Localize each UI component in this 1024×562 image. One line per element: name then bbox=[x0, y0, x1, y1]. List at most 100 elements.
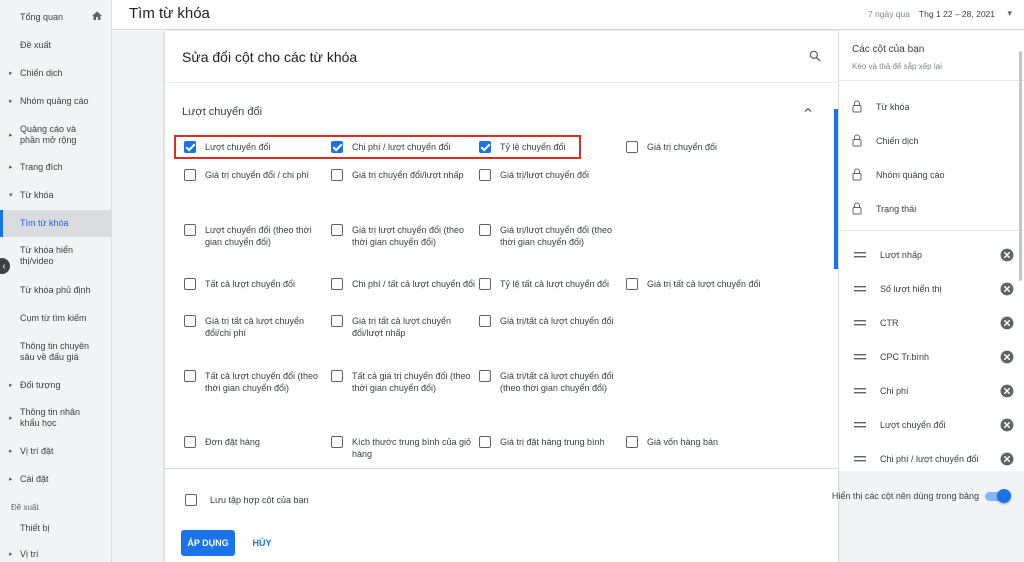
checkbox[interactable] bbox=[331, 169, 343, 181]
selected-column-item[interactable]: CPC Tr.bình bbox=[854, 350, 1014, 364]
checkbox[interactable] bbox=[479, 278, 491, 290]
nav-item-devices[interactable]: Thiết bị bbox=[0, 523, 100, 534]
column-option[interactable]: Lượt chuyển đổi (theo thời gian chuyển đ… bbox=[184, 224, 329, 248]
save-column-set-checkbox[interactable] bbox=[185, 494, 197, 506]
drag-handle-icon[interactable] bbox=[854, 421, 866, 429]
column-option[interactable]: Đơn đặt hàng bbox=[184, 436, 329, 448]
checkbox[interactable] bbox=[184, 224, 196, 236]
nav-item-audiences[interactable]: ▸ Đối tượng bbox=[0, 380, 100, 391]
scrollbar[interactable] bbox=[1019, 51, 1022, 281]
drag-handle-icon[interactable] bbox=[854, 387, 866, 395]
checkbox[interactable] bbox=[331, 370, 343, 382]
checkbox[interactable] bbox=[184, 278, 196, 290]
column-option-label: Giá trị tất cả lượt chuyển đổi/chi phí bbox=[205, 316, 304, 338]
nav-item-campaigns[interactable]: ▸ Chiến dịch bbox=[0, 68, 100, 79]
remove-column-icon[interactable] bbox=[1000, 384, 1014, 398]
apply-button[interactable]: ÁP DỤNG bbox=[181, 530, 235, 556]
selected-column-item[interactable]: Lượt chuyển đổi bbox=[854, 418, 1014, 432]
drag-handle-icon[interactable] bbox=[854, 353, 866, 361]
remove-column-icon[interactable] bbox=[1000, 452, 1014, 466]
checkbox[interactable] bbox=[184, 315, 196, 327]
column-option[interactable]: Giá trị tất cả lượt chuyển đổi/chi phí bbox=[184, 315, 329, 339]
selected-column-item[interactable]: Chi phí / lượt chuyển đổi bbox=[854, 452, 1014, 466]
checkbox[interactable] bbox=[331, 278, 343, 290]
column-option[interactable]: Tất cả giá trị chuyển đổi (theo thời gia… bbox=[331, 370, 476, 394]
drag-handle-icon[interactable] bbox=[854, 455, 866, 463]
nav-item-overview[interactable]: Tổng quan bbox=[0, 12, 100, 23]
remove-column-icon[interactable] bbox=[1000, 418, 1014, 432]
column-option[interactable]: Kích thước trung bình của giỏ hàng bbox=[331, 436, 476, 460]
recommended-columns-toggle[interactable] bbox=[985, 489, 1011, 503]
checkbox[interactable] bbox=[184, 169, 196, 181]
selected-column-item[interactable]: CTR bbox=[854, 316, 1014, 330]
checkbox[interactable] bbox=[184, 436, 196, 448]
chevron-down-icon[interactable]: ▾ bbox=[1007, 8, 1012, 19]
nav-item-negative-keywords[interactable]: Từ khóa phủ định bbox=[0, 285, 100, 296]
column-option[interactable]: Giá trị lượt chuyển đổi (theo thời gian … bbox=[331, 224, 476, 248]
column-option[interactable]: Giá trị chuyển đổi/lượt nhấp bbox=[331, 169, 476, 181]
nav-item-label: Tìm từ khóa bbox=[20, 218, 69, 228]
remove-column-icon[interactable] bbox=[1000, 282, 1014, 296]
nav-item-ad-groups[interactable]: ▸ Nhóm quảng cáo bbox=[0, 96, 100, 107]
column-option[interactable]: Tất cả lượt chuyển đổi bbox=[184, 278, 329, 290]
column-option[interactable]: Chi phí / tất cả lượt chuyển đổi bbox=[331, 278, 476, 290]
lock-icon bbox=[852, 100, 862, 113]
column-option[interactable]: Giá trị tất cả lượt chuyển đổi bbox=[626, 278, 771, 290]
nav-item-auction-insights[interactable]: Thông tin chuyên sâu về đấu giá bbox=[0, 341, 100, 363]
date-range-picker[interactable]: Thg 1 22 – 28, 2021 bbox=[919, 9, 995, 19]
checkbox[interactable] bbox=[626, 278, 638, 290]
nav-item-recommendations[interactable]: Đề xuất bbox=[0, 40, 100, 51]
save-column-set-option[interactable]: Lưu tập hợp cột của bạn bbox=[185, 494, 309, 506]
nav-item-locations[interactable]: ▸ Vị trí bbox=[0, 549, 100, 560]
column-option[interactable]: Tỷ lệ tất cả lượt chuyển đổi bbox=[479, 278, 624, 290]
checkbox[interactable] bbox=[479, 224, 491, 236]
column-option[interactable]: Giá vốn hàng bán bbox=[626, 436, 771, 448]
remove-column-icon[interactable] bbox=[1000, 350, 1014, 364]
column-option[interactable]: Giá trị chuyển đổi bbox=[626, 141, 771, 153]
column-option[interactable]: Giá trị tất cả lượt chuyển đổi/lượt nhấp bbox=[331, 315, 476, 339]
cancel-button[interactable]: HỦY bbox=[245, 530, 279, 556]
checkbox[interactable] bbox=[331, 315, 343, 327]
selected-column-item[interactable]: Chi phí bbox=[854, 384, 1014, 398]
column-option[interactable]: Giá trị chuyển đổi / chi phí bbox=[184, 169, 329, 181]
column-option[interactable]: Giá trị/lượt chuyển đổi (theo thời gian … bbox=[479, 224, 624, 248]
nav-item-settings[interactable]: ▸ Cài đặt bbox=[0, 474, 100, 485]
checkbox[interactable] bbox=[479, 169, 491, 181]
column-option[interactable]: Giá trị/tất cả lượt chuyển đổi (theo thờ… bbox=[479, 370, 624, 394]
remove-column-icon[interactable] bbox=[1000, 248, 1014, 262]
search-icon[interactable] bbox=[808, 49, 822, 63]
nav-item-display-video-keywords[interactable]: Từ khóa hiển thị/video bbox=[0, 245, 100, 267]
locked-column-item: Chiến dịch bbox=[852, 134, 919, 147]
column-option[interactable]: Giá trị/tất cả lượt chuyển đổi bbox=[479, 315, 624, 327]
checkbox[interactable] bbox=[626, 436, 638, 448]
checkbox[interactable] bbox=[479, 370, 491, 382]
selected-column-item[interactable]: Số lượt hiển thị bbox=[854, 282, 1014, 296]
your-columns-title: Các cột của bạn bbox=[852, 44, 925, 55]
checkbox[interactable] bbox=[184, 370, 196, 382]
drag-handle-icon[interactable] bbox=[854, 285, 866, 293]
checkbox[interactable] bbox=[479, 315, 491, 327]
nav-item-ads-extensions[interactable]: ▸ Quảng cáo và phần mở rộng bbox=[0, 124, 100, 146]
nav-item-placements[interactable]: ▸ Vị trí đặt bbox=[0, 446, 100, 457]
drag-handle-icon[interactable] bbox=[854, 251, 866, 259]
section-header-conversions[interactable]: Lượt chuyển đổi bbox=[182, 106, 262, 118]
nav-item-demographics[interactable]: ▸ Thông tin nhân khẩu học bbox=[0, 407, 100, 429]
column-option[interactable]: Giá trị đặt hàng trung bình bbox=[479, 436, 624, 448]
drag-handle-icon[interactable] bbox=[854, 319, 866, 327]
nav-item-landing-pages[interactable]: ▸ Trang đích bbox=[0, 162, 100, 173]
nav-item-keywords[interactable]: ▾ Từ khóa bbox=[0, 190, 100, 201]
collapse-nav-button[interactable]: ‹ bbox=[0, 258, 10, 274]
divider bbox=[839, 80, 1024, 81]
checkbox[interactable] bbox=[626, 141, 638, 153]
remove-column-icon[interactable] bbox=[1000, 316, 1014, 330]
column-label: Trạng thái bbox=[876, 203, 917, 214]
checkbox[interactable] bbox=[479, 436, 491, 448]
selected-column-item[interactable]: Lượt nhấp bbox=[854, 248, 1014, 262]
column-option[interactable]: Giá trị/lượt chuyển đổi bbox=[479, 169, 624, 181]
checkbox[interactable] bbox=[331, 224, 343, 236]
nav-item-search-terms[interactable]: Cụm từ tìm kiếm bbox=[0, 313, 100, 324]
nav-item-search-keywords[interactable]: Tìm từ khóa bbox=[0, 210, 111, 237]
chevron-up-icon[interactable] bbox=[802, 104, 814, 116]
column-option[interactable]: Tất cả lượt chuyển đổi (theo thời gian c… bbox=[184, 370, 329, 394]
checkbox[interactable] bbox=[331, 436, 343, 448]
